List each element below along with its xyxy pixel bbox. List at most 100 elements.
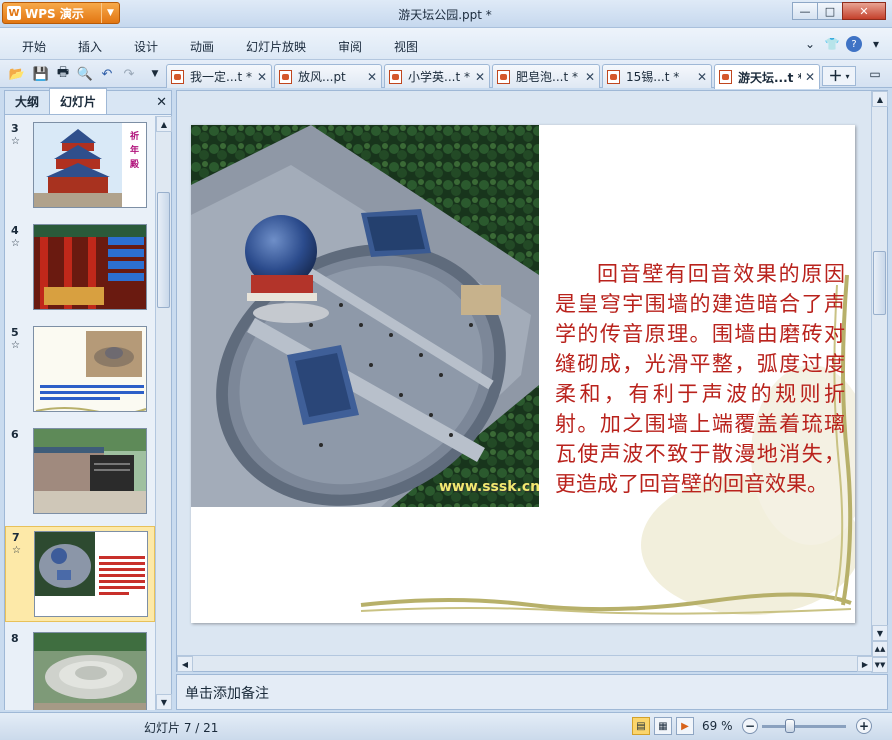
toolbar: 📂 💾 🖶 🔍 ↶ ↷ ▼ 我一定...t * ✕ 放风...pt ✕ 小学英.…	[0, 60, 892, 89]
scroll-up-icon[interactable]: ▲	[872, 91, 888, 107]
doc-tab-4[interactable]: 肥皂泡...t * ✕	[492, 64, 600, 88]
ppt-file-icon	[497, 69, 510, 84]
menu-home[interactable]: 开始	[22, 38, 46, 55]
animation-star-icon: ☆	[11, 238, 20, 249]
print-icon[interactable]: 🖶	[54, 65, 72, 83]
save-icon[interactable]: 💾	[32, 65, 50, 83]
scroll-right-icon[interactable]: ▶	[857, 656, 873, 672]
tab-list-icon[interactable]: ▭	[866, 65, 884, 83]
thumbnail-slide-3[interactable]: 3 ☆ 祈 年 殿	[5, 118, 155, 214]
help-dropdown-icon[interactable]: ▾	[868, 36, 884, 52]
thumbnail-list: 3 ☆ 祈 年 殿 4 ☆ 5 ☆ 6 7 ☆ 8	[5, 116, 155, 710]
title-bar: W WPS 演示 ▼ 游天坛公园.ppt * — □ ✕	[0, 0, 892, 28]
tab-outline[interactable]: 大纲	[5, 89, 49, 114]
ppt-file-icon	[389, 69, 402, 84]
slideshow-view-icon[interactable]: ▶	[676, 717, 694, 735]
slide-body-text[interactable]: 回音壁有回音效果的原因是皇穹宇围墙的建造暗合了声学的传音原理。围墙由磨砖对缝砌成…	[555, 259, 845, 499]
temple-aerial-photo[interactable]: www.sssk.cn	[191, 125, 539, 507]
doc-tab-2[interactable]: 放风...pt ✕	[274, 64, 382, 88]
menu-slideshow[interactable]: 幻灯片放映	[246, 38, 306, 55]
next-slide-icon[interactable]: ▼▼	[872, 657, 888, 673]
tab-slides[interactable]: 幻灯片	[49, 88, 108, 114]
menu-insert[interactable]: 插入	[78, 38, 102, 55]
wps-app-menu-button[interactable]: W WPS 演示 ▼	[2, 2, 120, 24]
scroll-thumb[interactable]	[873, 251, 886, 315]
print-preview-icon[interactable]: 🔍	[76, 65, 94, 83]
help-icon[interactable]: ?	[846, 36, 862, 52]
scroll-down-icon[interactable]: ▼	[156, 694, 172, 710]
ppt-file-icon	[719, 70, 732, 84]
minimize-button[interactable]: —	[792, 2, 818, 20]
new-tab-button[interactable]: ＋ ▾	[822, 66, 856, 86]
redo-icon[interactable]: ↷	[120, 65, 138, 83]
editor-vertical-scrollbar[interactable]: ▲ ▼ ▲▲ ▼▼	[871, 91, 888, 673]
slide-counter: 幻灯片 7 / 21	[144, 721, 219, 735]
current-slide[interactable]: www.sssk.cn 回音壁有回音效果的原因是皇穹宇围墙的建造暗合了声学的传音…	[191, 125, 855, 623]
previous-slide-icon[interactable]: ▲▲	[872, 641, 888, 657]
thumbnail-slide-8[interactable]: 8	[5, 628, 155, 710]
thumbnail-scrollbar[interactable]: ▲ ▼	[155, 116, 172, 710]
wps-logo-icon: W	[7, 6, 21, 20]
slide-sorter-view-icon[interactable]: ▦	[654, 717, 672, 735]
ribbon-collapse-icon[interactable]: ⌄	[802, 36, 818, 52]
ppt-file-icon	[279, 69, 292, 84]
scroll-thumb[interactable]	[157, 192, 170, 308]
close-tab-icon[interactable]: ✕	[475, 70, 485, 84]
menu-review[interactable]: 审阅	[338, 38, 362, 55]
menu-view[interactable]: 视图	[394, 38, 418, 55]
doc-tab-6[interactable]: 游天坛...t * ✕	[714, 64, 820, 89]
close-panel-icon[interactable]: ✕	[156, 95, 167, 110]
slide-thumbnail-image	[33, 224, 147, 310]
editor-horizontal-scrollbar[interactable]: ◀ ▶	[177, 655, 873, 672]
close-tab-icon[interactable]: ✕	[585, 70, 595, 84]
animation-star-icon: ☆	[12, 545, 21, 556]
zoom-out-icon[interactable]: −	[742, 718, 758, 734]
notes-pane[interactable]: 单击添加备注	[176, 674, 888, 710]
doc-tab-5[interactable]: 15锡...t * ✕	[602, 64, 712, 88]
normal-view-icon[interactable]: ▤	[632, 717, 650, 735]
doc-tab-1[interactable]: 我一定...t * ✕	[166, 64, 272, 88]
slide-thumbnail-image	[33, 326, 147, 412]
close-tab-icon[interactable]: ✕	[367, 70, 377, 84]
zoom-level[interactable]: 69 %	[702, 719, 733, 733]
svg-text:祈: 祈	[130, 130, 139, 142]
ppt-file-icon	[171, 69, 184, 84]
zoom-slider[interactable]	[762, 725, 846, 728]
photo-watermark: www.sssk.cn	[439, 479, 539, 495]
slide-thumbnail-image	[33, 428, 147, 514]
chevron-down-icon: ▼	[101, 3, 119, 23]
menu-animation[interactable]: 动画	[190, 38, 214, 55]
toolbar-dropdown-icon[interactable]: ▼	[146, 65, 164, 83]
skin-icon[interactable]: 👕	[824, 36, 840, 52]
menu-bar: 开始 插入 设计 动画 幻灯片放映 审阅 视图 ⌄ 👕 ? ▾	[0, 28, 892, 60]
undo-icon[interactable]: ↶	[98, 65, 116, 83]
thumbnail-slide-6[interactable]: 6	[5, 424, 155, 520]
thumbnail-slide-7[interactable]: 7 ☆	[5, 526, 155, 622]
slide-thumbnail-image	[33, 632, 147, 710]
status-bar: 幻灯片 7 / 21 ▤ ▦ ▶ 69 % − +	[0, 712, 892, 740]
thumbnail-slide-5[interactable]: 5 ☆	[5, 322, 155, 418]
slide-thumbnail-image: 祈 年 殿	[33, 122, 147, 208]
close-button[interactable]: ✕	[842, 2, 886, 20]
close-tab-icon[interactable]: ✕	[805, 70, 815, 84]
animation-star-icon: ☆	[11, 340, 20, 351]
close-tab-icon[interactable]: ✕	[697, 70, 707, 84]
svg-text:年: 年	[130, 144, 139, 156]
scroll-up-icon[interactable]: ▲	[156, 116, 172, 132]
animation-star-icon: ☆	[11, 136, 20, 147]
thumbnail-slide-4[interactable]: 4 ☆	[5, 220, 155, 316]
zoom-in-icon[interactable]: +	[856, 718, 872, 734]
window-title: 游天坛公园.ppt *	[398, 8, 492, 22]
scroll-down-icon[interactable]: ▼	[872, 625, 888, 641]
menu-design[interactable]: 设计	[134, 38, 158, 55]
close-tab-icon[interactable]: ✕	[257, 70, 267, 84]
doc-tab-3[interactable]: 小学英...t * ✕	[384, 64, 490, 88]
slides-panel: 大纲 幻灯片 ✕ 3 ☆ 祈 年 殿 4 ☆ 5 ☆ 6 7 ☆ 8 ▲ ▼	[4, 88, 172, 710]
slide-editor: www.sssk.cn 回音壁有回音效果的原因是皇穹宇围墙的建造暗合了声学的传音…	[176, 90, 888, 673]
zoom-slider-handle[interactable]	[784, 719, 795, 733]
open-folder-icon[interactable]: 📂	[8, 65, 26, 83]
svg-text:殿: 殿	[129, 159, 140, 170]
slide-thumbnail-image	[34, 531, 148, 617]
maximize-button[interactable]: □	[817, 2, 843, 20]
scroll-left-icon[interactable]: ◀	[177, 656, 193, 672]
